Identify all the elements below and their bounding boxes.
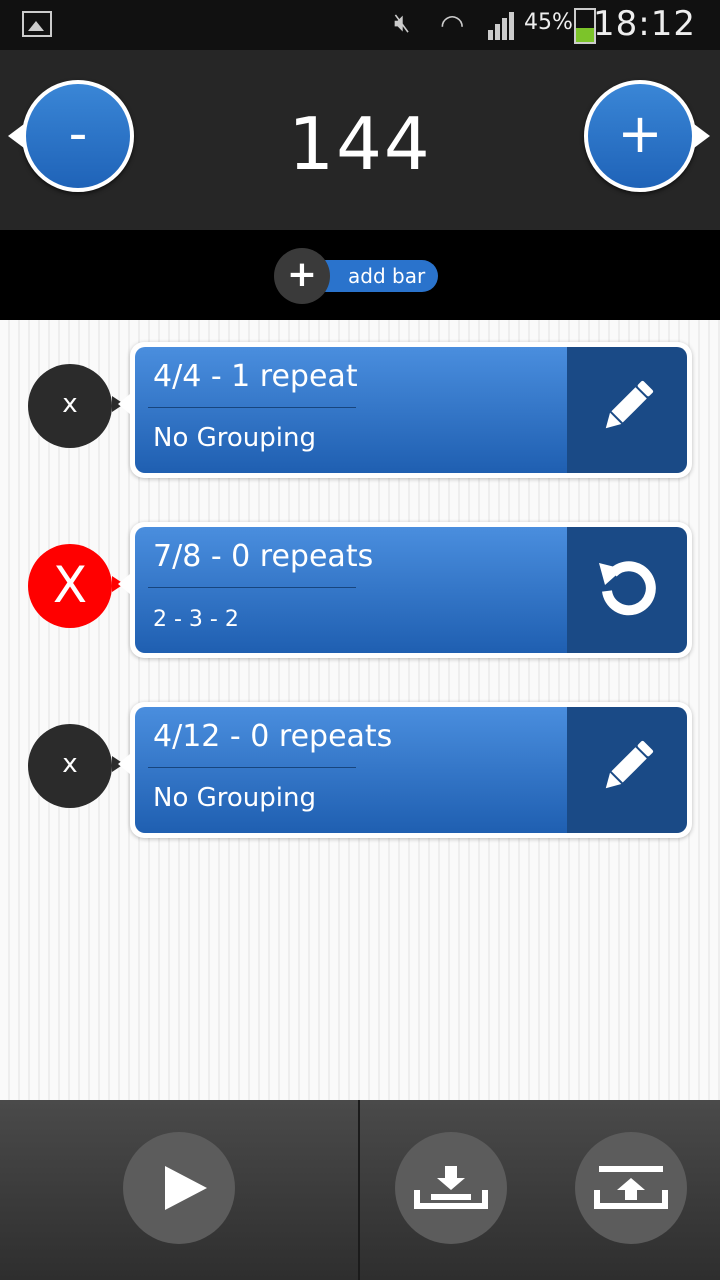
clock: 18:12 xyxy=(593,4,696,44)
plus-icon: + xyxy=(274,248,330,304)
bar-details[interactable]: 7/8 - 0 repeats 2 - 3 - 2 xyxy=(135,527,567,653)
undo-delete-button[interactable] xyxy=(567,527,687,653)
bottom-toolbar xyxy=(0,1100,720,1280)
increase-tempo-button[interactable]: + xyxy=(584,80,710,192)
divider xyxy=(148,767,356,768)
mute-icon: 🔇︎ xyxy=(394,8,411,38)
pencil-icon xyxy=(605,740,654,789)
status-bar: 🔇︎ ◠ 45% 18:12 xyxy=(0,0,720,50)
export-button[interactable] xyxy=(575,1132,687,1244)
list-item: x 4/12 - 0 repeats No Grouping xyxy=(0,680,720,838)
bar-card[interactable]: 7/8 - 0 repeats 2 - 3 - 2 xyxy=(118,522,692,658)
bar-list: x 4/4 - 1 repeat No Grouping X 7/8 - 0 r… xyxy=(0,320,720,1100)
divider xyxy=(148,587,356,588)
gallery-notification-icon xyxy=(22,11,52,37)
bar-details[interactable]: 4/4 - 1 repeat No Grouping xyxy=(135,347,567,473)
import-button[interactable] xyxy=(395,1132,507,1244)
delete-bar-button[interactable]: X xyxy=(28,544,124,628)
play-icon xyxy=(165,1166,207,1210)
add-bar-strip: add bar + xyxy=(0,230,720,320)
bar-grouping: 2 - 3 - 2 xyxy=(153,607,239,632)
bar-grouping: No Grouping xyxy=(153,783,316,813)
bar-grouping: No Grouping xyxy=(153,423,316,453)
toolbar-divider xyxy=(358,1100,360,1280)
list-item: x 4/4 - 1 repeat No Grouping xyxy=(0,320,720,478)
divider xyxy=(148,407,356,408)
bar-details[interactable]: 4/12 - 0 repeats No Grouping xyxy=(135,707,567,833)
pencil-icon xyxy=(605,380,654,429)
bar-card[interactable]: 4/12 - 0 repeats No Grouping xyxy=(118,702,692,838)
bar-title: 7/8 - 0 repeats xyxy=(153,539,374,574)
bar-title: 4/4 - 1 repeat xyxy=(153,359,358,394)
edit-bar-button[interactable] xyxy=(567,347,687,473)
delete-bar-button[interactable]: x xyxy=(28,724,124,808)
bar-card[interactable]: 4/4 - 1 repeat No Grouping xyxy=(118,342,692,478)
list-item: X 7/8 - 0 repeats 2 - 3 - 2 xyxy=(0,500,720,658)
decrease-tempo-button[interactable]: - xyxy=(8,80,134,192)
bar-title: 4/12 - 0 repeats xyxy=(153,719,393,754)
download-tray-icon xyxy=(414,1166,488,1209)
tempo-value: 144 xyxy=(288,102,432,186)
wifi-icon: ◠ xyxy=(440,8,465,41)
delete-bar-button[interactable]: x xyxy=(28,364,124,448)
add-bar-button[interactable]: add bar + xyxy=(274,248,440,304)
undo-icon xyxy=(599,561,656,616)
play-button[interactable] xyxy=(123,1132,235,1244)
edit-bar-button[interactable] xyxy=(567,707,687,833)
battery-percentage: 45% xyxy=(524,10,573,35)
tempo-header: - 144 + xyxy=(0,50,720,230)
upload-tray-icon xyxy=(594,1166,668,1209)
